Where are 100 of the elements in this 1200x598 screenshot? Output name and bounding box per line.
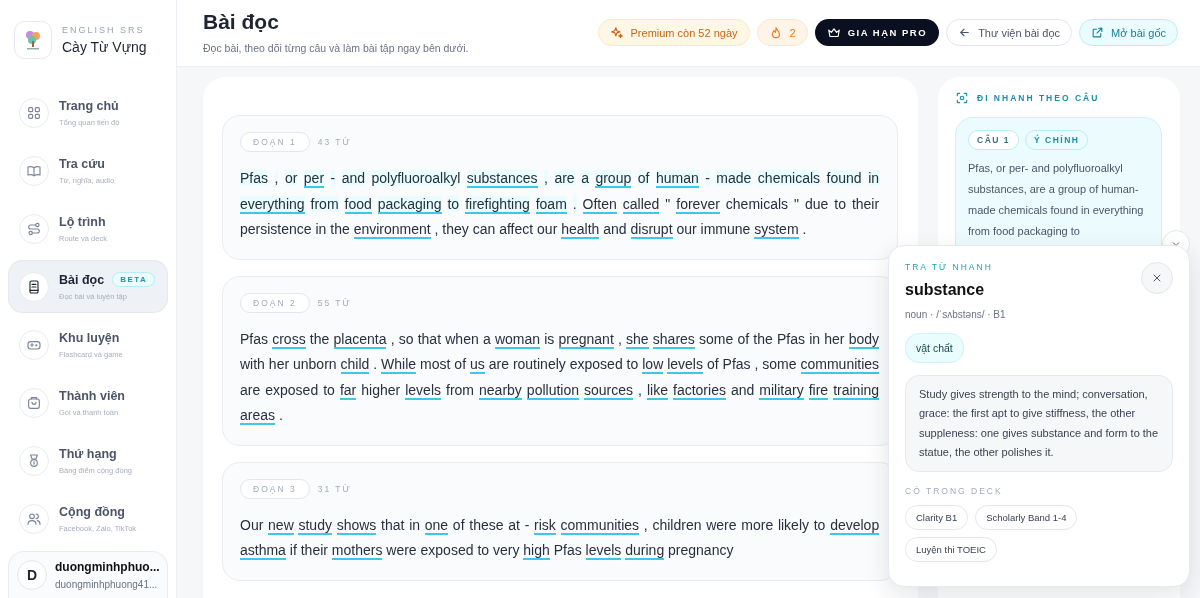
word-link[interactable]: new [268,516,294,535]
word-link[interactable]: levels [585,542,622,560]
word-link[interactable]: asthma [240,542,286,560]
word[interactable]: to [447,195,460,212]
word[interactable]: that [417,330,442,347]
word[interactable]: her [824,330,845,347]
word-link[interactable]: disrupt [630,221,673,239]
word-link[interactable]: during [625,542,665,560]
word[interactable]: the [753,330,773,347]
word[interactable]: due [804,195,829,212]
word[interactable]: a [581,170,589,186]
word[interactable]: is [544,330,555,347]
word-link[interactable]: shows [336,516,377,535]
word-link[interactable]: study [298,516,332,535]
word-link[interactable]: health [561,221,600,239]
word[interactable]: if [289,542,297,558]
renew-pro-button[interactable]: GIA HẠN PRO [814,19,940,46]
close-button[interactable] [1141,262,1173,294]
word[interactable]: children [652,516,702,533]
word-link[interactable]: everything [240,195,305,214]
word[interactable]: the [309,330,330,347]
word[interactable]: " [665,195,671,212]
word[interactable]: routinely [512,356,566,372]
word[interactable]: persistence [240,221,312,237]
word[interactable]: - [330,170,336,186]
word[interactable]: to [813,516,826,533]
word[interactable]: to [477,542,490,558]
word-link[interactable]: low [642,356,664,374]
word[interactable]: some [699,330,734,347]
word-link[interactable]: environment [353,221,431,239]
word[interactable]: some [762,356,797,372]
word[interactable]: her [268,356,290,372]
word[interactable]: , [544,170,548,186]
word[interactable]: . [572,195,577,212]
word-link[interactable]: levels [405,381,441,400]
word[interactable]: are [554,170,575,186]
word[interactable]: of [452,516,465,533]
word-link[interactable]: pollution [526,381,579,400]
word[interactable]: . [802,221,807,237]
word[interactable]: or [284,170,298,186]
word-link[interactable]: human [655,170,699,188]
open-source-button[interactable]: Mở bài gốc [1079,19,1178,46]
word-link[interactable]: pregnant [558,330,614,349]
word-link[interactable]: far [339,381,357,400]
word[interactable]: a [482,330,491,347]
word-link[interactable]: Often [582,195,617,214]
word[interactable]: and [730,381,755,398]
word-link[interactable]: develop [830,516,880,535]
word-link[interactable]: communities [800,356,880,374]
word[interactable]: exposed [265,381,319,398]
word-link[interactable]: factories [673,381,726,400]
word[interactable]: their [851,195,880,212]
word[interactable]: from [446,381,474,398]
word[interactable]: most [420,356,451,372]
word-link[interactable]: she [626,330,649,349]
word-link[interactable]: packaging [377,195,442,214]
word[interactable]: Pfas [777,330,805,347]
word[interactable]: Pfas [722,356,751,372]
word-link[interactable]: nearby [479,381,522,400]
word-link[interactable]: system [754,221,799,239]
word[interactable]: the [330,221,350,237]
word[interactable]: that [381,516,405,533]
word-link[interactable]: risk [534,516,556,535]
word[interactable]: when [445,330,479,347]
word[interactable]: pregnancy [668,542,734,558]
word[interactable]: to [626,356,639,372]
word[interactable]: to [323,381,335,398]
word[interactable]: - [524,516,530,533]
word[interactable]: were [706,516,737,533]
word[interactable]: , [274,170,279,186]
word-link[interactable]: sources [584,381,634,400]
word-link[interactable]: levels [667,356,703,374]
word-link[interactable]: firefighting [465,195,530,214]
word[interactable]: in [409,516,421,533]
word-link[interactable]: While [381,356,417,374]
word-link[interactable]: placenta [333,330,387,349]
word[interactable]: made [716,170,752,186]
word[interactable]: chemicals [725,195,789,212]
word[interactable]: " [794,195,799,212]
word-link[interactable]: shares [652,330,695,349]
word[interactable]: with [240,356,265,372]
word[interactable]: very [492,542,520,558]
word[interactable]: our [537,221,558,237]
word[interactable]: Pfas [240,170,268,186]
word-link[interactable]: military [759,381,804,400]
word[interactable]: and [603,221,627,237]
word-link[interactable]: high [523,542,550,560]
word-link[interactable]: communities [560,516,640,535]
word-link[interactable]: mothers [331,542,383,560]
user-card[interactable]: D duongminhphuo... duongminhphuong41... [8,551,168,598]
word[interactable]: higher [361,381,401,398]
word[interactable]: . [278,407,283,423]
word[interactable]: unborn [293,356,337,372]
word[interactable]: of [737,330,750,347]
word-link[interactable]: training [833,381,880,400]
word[interactable]: our [676,221,697,237]
library-button[interactable]: Thư viện bài đọc [946,19,1073,46]
word-link[interactable]: called [622,195,660,214]
word[interactable]: . [373,356,378,372]
word[interactable]: in [315,221,327,237]
